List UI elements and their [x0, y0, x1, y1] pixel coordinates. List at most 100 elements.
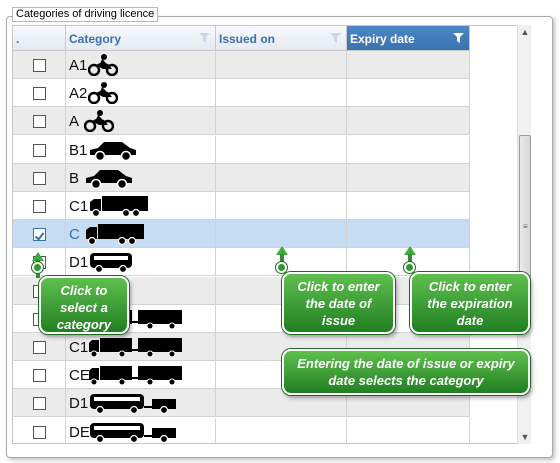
issued-on-cell[interactable]	[216, 79, 347, 108]
column-header-select[interactable]: .	[13, 26, 66, 51]
category-cell[interactable]: C	[66, 220, 216, 250]
motorcycle-icon	[83, 110, 115, 137]
column-label: .	[16, 32, 20, 46]
category-cell[interactable]: A2	[66, 79, 216, 108]
expiry-date-cell[interactable]	[347, 79, 470, 108]
bus-icon	[88, 251, 134, 278]
select-cell[interactable]	[13, 333, 66, 361]
select-cell[interactable]	[13, 417, 66, 443]
scroll-down-button[interactable]: ▼	[518, 430, 532, 444]
truck-icon	[84, 223, 146, 250]
select-cell[interactable]	[13, 163, 66, 192]
category-cell[interactable]: DE	[66, 417, 216, 443]
category-label: C	[69, 226, 80, 244]
callout-text: Click to select a category	[56, 283, 112, 332]
select-cell[interactable]	[13, 192, 66, 220]
category-label: B1	[69, 141, 88, 159]
table-row[interactable]: A1	[13, 51, 470, 79]
column-header-category[interactable]: Category	[66, 26, 216, 51]
expiry-date-cell[interactable]	[347, 163, 470, 192]
category-label: D1	[69, 395, 89, 413]
column-label: Expiry date	[350, 32, 415, 46]
bus-trailer-icon	[88, 421, 178, 443]
category-checkbox[interactable]	[33, 171, 46, 185]
table-row[interactable]: D1	[13, 248, 470, 278]
truck-trailer-icon	[88, 336, 184, 363]
callout-dot	[404, 262, 415, 273]
category-checkbox[interactable]	[33, 115, 46, 129]
category-cell[interactable]: B1	[66, 135, 216, 166]
filter-icon[interactable]	[330, 33, 341, 43]
column-label: Category	[69, 32, 122, 46]
expiry-date-cell[interactable]	[347, 135, 470, 164]
category-checkbox[interactable]	[33, 143, 46, 157]
category-label: D1	[69, 254, 89, 272]
issued-on-cell[interactable]	[216, 163, 347, 192]
callout-dot	[276, 262, 287, 273]
grip-icon: ≡	[523, 222, 528, 231]
category-cell[interactable]: A1	[66, 51, 216, 79]
filter-icon[interactable]	[453, 33, 464, 43]
select-cell[interactable]	[13, 220, 66, 249]
category-checkbox[interactable]	[33, 425, 46, 439]
expiry-date-cell[interactable]	[347, 192, 470, 220]
table-row[interactable]: B	[13, 163, 470, 192]
issued-on-cell[interactable]	[216, 107, 347, 136]
category-checkbox[interactable]	[33, 87, 46, 101]
expiry-date-cell[interactable]	[347, 220, 470, 249]
category-cell[interactable]: A	[66, 107, 216, 137]
select-cell[interactable]	[13, 361, 66, 390]
filter-icon[interactable]	[199, 33, 210, 43]
category-label: CE	[69, 367, 90, 385]
category-cell[interactable]: CE	[66, 361, 216, 391]
checkmark-icon	[34, 232, 45, 242]
table-row[interactable]: DE	[13, 417, 470, 443]
column-header-issued[interactable]: Issued on	[216, 26, 347, 51]
category-label: A	[69, 113, 80, 131]
select-cell[interactable]	[13, 79, 66, 108]
category-cell[interactable]: C1	[66, 192, 216, 220]
select-cell[interactable]	[13, 135, 66, 164]
truck-trailer-icon	[88, 364, 184, 391]
callout-select-category: Click to select a category	[39, 276, 129, 334]
issued-on-cell[interactable]	[216, 135, 347, 164]
column-header-expiry[interactable]: Expiry date	[347, 26, 470, 51]
expiry-date-cell[interactable]	[347, 107, 470, 136]
category-checkbox[interactable]	[33, 228, 46, 242]
category-cell[interactable]: C1	[66, 333, 216, 361]
category-checkbox[interactable]	[33, 397, 46, 411]
table-row[interactable]: C1	[13, 192, 470, 220]
category-cell[interactable]: D1	[66, 389, 216, 418]
select-cell[interactable]	[13, 51, 66, 79]
category-label: DE	[69, 423, 90, 441]
expiry-date-cell[interactable]	[347, 417, 470, 443]
column-label: Issued on	[219, 32, 276, 46]
callout-text: Click to enter the date of issue	[297, 279, 380, 328]
category-label: C1	[69, 198, 89, 215]
category-checkbox[interactable]	[33, 341, 46, 354]
category-checkbox[interactable]	[33, 200, 46, 213]
issued-on-cell[interactable]	[216, 220, 347, 249]
category-label: C1	[69, 339, 89, 356]
table-row[interactable]: B1	[13, 135, 470, 166]
category-label: A1	[69, 57, 88, 74]
select-cell[interactable]	[13, 389, 66, 418]
table-row[interactable]: A2	[13, 79, 470, 108]
table-row[interactable]: A	[13, 107, 470, 137]
callout-dot	[32, 262, 43, 273]
truck-icon	[88, 195, 150, 222]
issued-on-cell[interactable]	[216, 192, 347, 220]
table-row[interactable]: C	[13, 220, 470, 250]
category-cell[interactable]: D1	[66, 248, 216, 278]
expiry-date-cell[interactable]	[347, 51, 470, 79]
issued-on-cell[interactable]	[216, 417, 347, 443]
issued-on-cell[interactable]	[216, 51, 347, 79]
motorcycle-icon	[87, 54, 119, 81]
category-cell[interactable]: B	[66, 163, 216, 192]
category-label: A2	[69, 85, 88, 103]
scroll-up-button[interactable]: ▲	[518, 25, 532, 39]
car-icon	[88, 139, 138, 166]
select-cell[interactable]	[13, 107, 66, 136]
category-checkbox[interactable]	[33, 369, 46, 383]
category-checkbox[interactable]	[33, 59, 46, 72]
